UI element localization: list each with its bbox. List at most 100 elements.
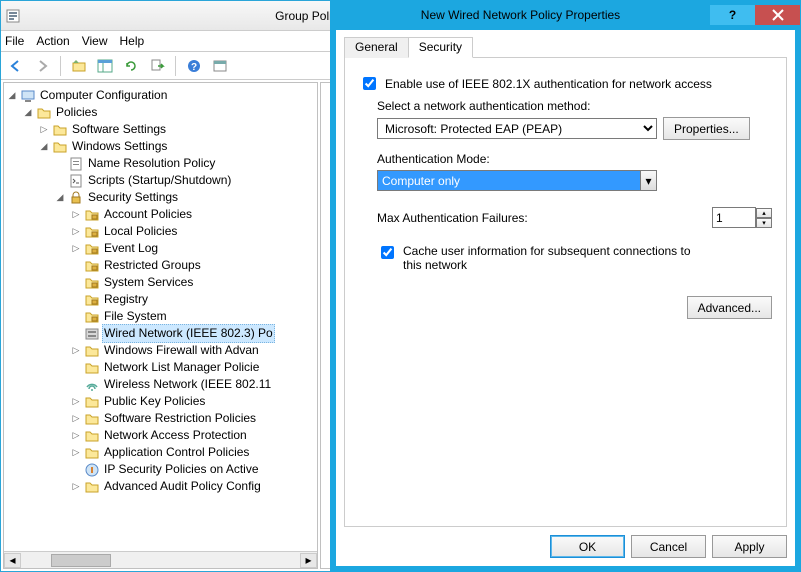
menu-help[interactable]: Help [120,34,145,48]
spinner-up-button[interactable]: ▴ [756,208,772,218]
folder-icon [52,139,68,155]
menu-file[interactable]: File [5,34,24,48]
auth-mode-select[interactable]: Computer only ▾ [377,170,657,191]
max-failures-label: Max Authentication Failures: [377,211,706,225]
spinner-down-button[interactable]: ▾ [756,218,772,228]
tree-node-security[interactable]: ◢ Security Settings [6,189,315,206]
expander-icon[interactable]: ▷ [70,206,82,223]
tree-node-account[interactable]: ▷Account Policies [6,206,315,223]
tab-general[interactable]: General [344,37,409,58]
folder-icon [84,394,100,410]
tree-node-appctrl[interactable]: ▷Application Control Policies [6,444,315,461]
tab-page-security: Enable use of IEEE 802.1X authentication… [344,58,787,527]
expander-icon[interactable]: ▷ [70,427,82,444]
back-button[interactable] [5,55,27,77]
expander-icon[interactable]: ▷ [70,444,82,461]
tree-node-eventlog[interactable]: ▷Event Log [6,240,315,257]
expander-icon[interactable]: ▷ [70,240,82,257]
policy-icon [68,156,84,172]
export-button[interactable] [146,55,168,77]
expander-icon[interactable]: ◢ [38,138,50,155]
tree-node-audit[interactable]: ▷Advanced Audit Policy Config [6,478,315,495]
tree-node-netlist[interactable]: Network List Manager Policie [6,359,315,376]
menu-view[interactable]: View [82,34,108,48]
max-failures-spinner[interactable]: ▴ ▾ [712,207,772,228]
tree-node-nameres[interactable]: Name Resolution Policy [6,155,315,172]
tree-node-firewall[interactable]: ▷Windows Firewall with Advan [6,342,315,359]
expander-icon[interactable]: ▷ [70,223,82,240]
cache-info-checkbox[interactable] [381,246,394,259]
advanced-button[interactable]: Advanced... [687,296,772,319]
tree-node-wired[interactable]: Wired Network (IEEE 802.3) Po [6,325,315,342]
tree-node-policies[interactable]: ◢ Policies [6,104,315,121]
tree-node-nap[interactable]: ▷Network Access Protection [6,427,315,444]
policy-folder-icon [84,309,100,325]
policy-folder-icon [84,275,100,291]
tab-strip: General Security [344,36,787,58]
tab-security[interactable]: Security [408,37,473,58]
horizontal-scrollbar[interactable]: ◂ ▸ [4,551,317,568]
max-failures-input[interactable] [712,207,756,228]
show-hide-tree-button[interactable] [94,55,116,77]
tree-node-software[interactable]: ▷ Software Settings [6,121,315,138]
expander-icon[interactable]: ▷ [70,478,82,495]
select-method-label: Select a network authentication method: [377,99,772,113]
wired-network-icon [84,326,100,342]
expander-icon[interactable]: ▷ [70,393,82,410]
tree-pane: ◢ Computer Configuration ◢ Policies ▷ So… [3,82,318,569]
folder-icon [84,445,100,461]
tree[interactable]: ◢ Computer Configuration ◢ Policies ▷ So… [4,83,317,499]
scroll-right-button[interactable]: ▸ [300,553,317,568]
ok-button[interactable]: OK [550,535,625,558]
forward-button[interactable] [31,55,53,77]
properties-dialog: New Wired Network Policy Properties ? Ge… [330,0,801,572]
tree-node-softrest[interactable]: ▷Software Restriction Policies [6,410,315,427]
tree-node-local[interactable]: ▷Local Policies [6,223,315,240]
apply-button[interactable]: Apply [712,535,787,558]
help-button[interactable]: ? [183,55,205,77]
tree-node-windows[interactable]: ◢ Windows Settings [6,138,315,155]
app-icon [5,8,21,24]
folder-icon [84,411,100,427]
enable-8021x-label: Enable use of IEEE 802.1X authentication… [385,77,712,91]
folder-icon [36,105,52,121]
enable-8021x-checkbox[interactable] [363,77,376,90]
tree-node-wireless[interactable]: Wireless Network (IEEE 802.11 [6,376,315,393]
policy-folder-icon [84,224,100,240]
menu-action[interactable]: Action [36,34,69,48]
expander-icon[interactable]: ◢ [22,104,34,121]
expander-icon[interactable]: ▷ [70,342,82,359]
tree-node-restricted[interactable]: Restricted Groups [6,257,315,274]
scrollbar-thumb[interactable] [51,554,111,567]
tree-node-ipsec[interactable]: IP Security Policies on Active [6,461,315,478]
expander-icon[interactable]: ▷ [38,121,50,138]
auth-mode-label: Authentication Mode: [377,152,772,166]
tree-node-root[interactable]: ◢ Computer Configuration [6,87,315,104]
expander-icon[interactable]: ◢ [6,87,18,104]
policy-folder-icon [84,207,100,223]
chevron-down-icon[interactable]: ▾ [640,171,656,190]
folder-icon [84,343,100,359]
up-button[interactable] [68,55,90,77]
scroll-left-button[interactable]: ◂ [4,553,21,568]
auth-mode-value: Computer only [378,171,640,190]
filter-button[interactable] [209,55,231,77]
expander-icon[interactable]: ◢ [54,189,66,206]
dialog-title: New Wired Network Policy Properties [331,8,710,22]
refresh-button[interactable] [120,55,142,77]
expander-icon[interactable]: ▷ [70,410,82,427]
tree-node-system[interactable]: System Services [6,274,315,291]
tree-node-scripts[interactable]: Scripts (Startup/Shutdown) [6,172,315,189]
policy-folder-icon [84,258,100,274]
tree-node-pubkey[interactable]: ▷Public Key Policies [6,393,315,410]
dialog-help-button[interactable]: ? [710,5,755,25]
ipsec-icon [84,462,100,478]
tree-node-filesystem[interactable]: File System [6,308,315,325]
tree-node-registry[interactable]: Registry [6,291,315,308]
properties-button[interactable]: Properties... [663,117,750,140]
dialog-titlebar: New Wired Network Policy Properties ? [331,0,800,30]
dialog-close-button[interactable] [755,5,800,25]
cancel-button[interactable]: Cancel [631,535,706,558]
folder-icon [84,479,100,495]
auth-method-select[interactable]: Microsoft: Protected EAP (PEAP) [377,118,657,139]
